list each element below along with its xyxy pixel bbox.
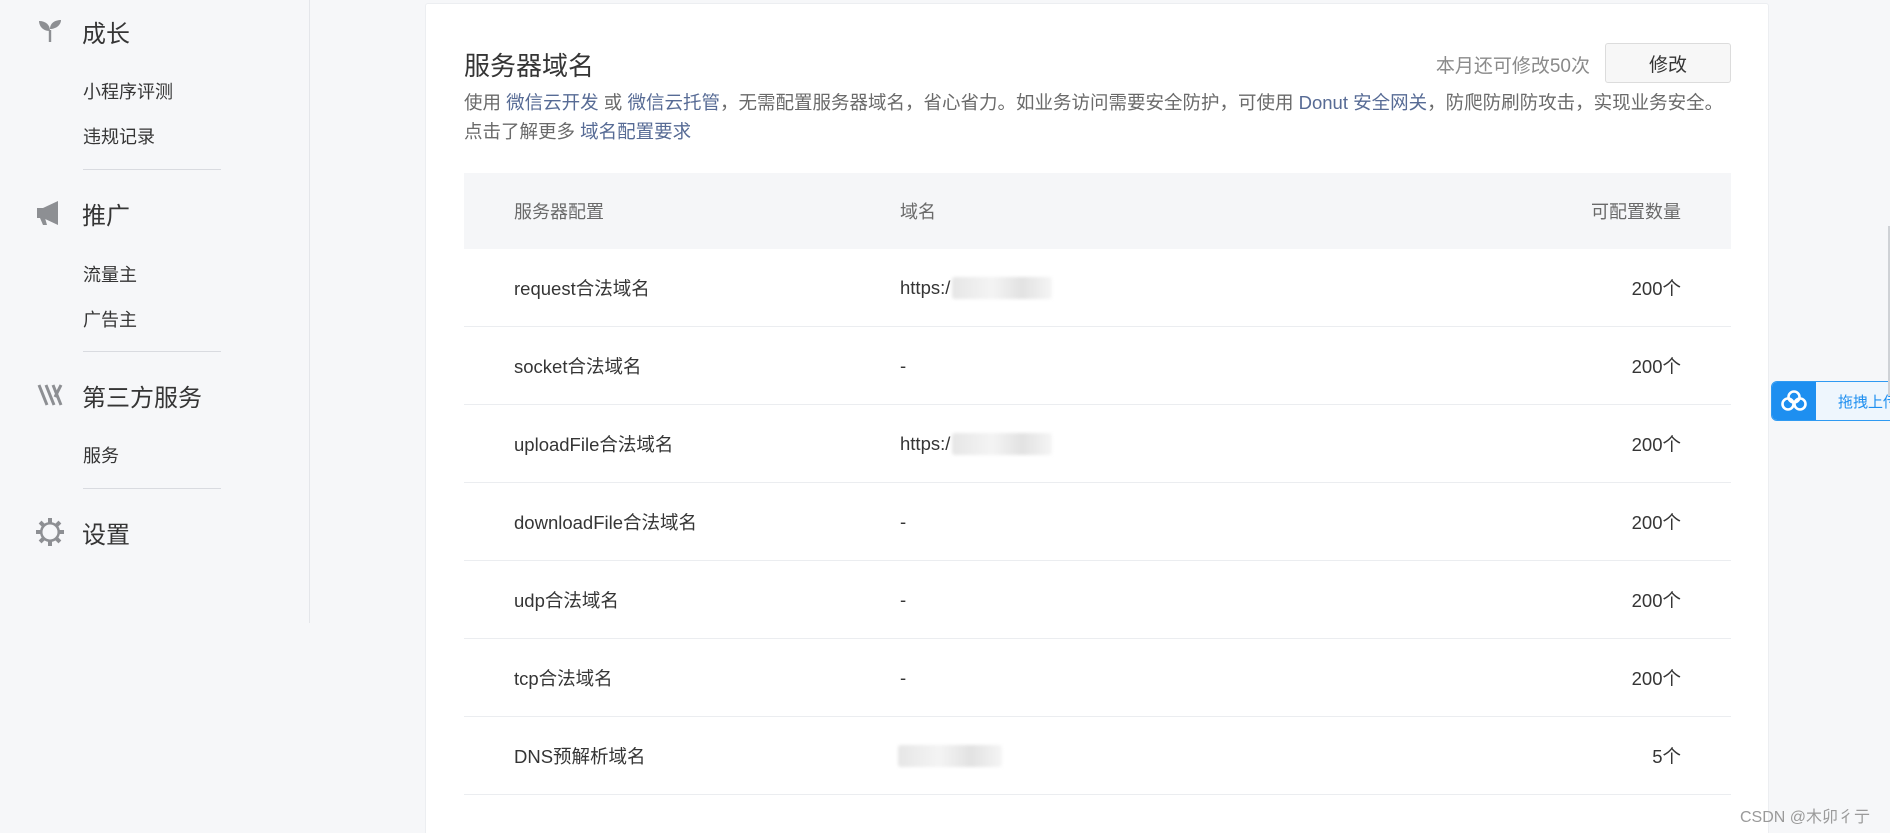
nav-group-title: 成长 — [82, 20, 130, 48]
nav-group-growth[interactable]: 成长 — [36, 11, 130, 51]
quota-remaining-text: 本月还可修改50次 — [1435, 56, 1590, 77]
table-row: socket合法域名 - 200个 — [464, 327, 1731, 405]
table-row: downloadFile合法域名 - 200个 — [464, 483, 1731, 561]
nav-group-title: 设置 — [82, 521, 130, 549]
nav-divider — [83, 488, 221, 489]
sidebar: 成长 小程序评测 违规记录 推广 流量主 广告主 第三方服务 服务 设置 — [0, 0, 310, 623]
table-header: 服务器配置 域名 可配置数量 — [464, 173, 1731, 249]
nav-divider — [83, 351, 221, 352]
sidebar-item-service[interactable]: 服务 — [83, 444, 119, 468]
count-cell: 200个 — [1631, 355, 1681, 377]
header-count: 可配置数量 — [1591, 202, 1681, 222]
redacted-domain — [898, 744, 1002, 767]
domain-cell — [898, 744, 1500, 767]
desc-text: 或 — [598, 92, 628, 113]
gear-icon — [36, 518, 64, 546]
megaphone-icon — [36, 199, 64, 227]
link-cloud-hosting[interactable]: 微信云托管 — [627, 92, 720, 113]
count-cell: 200个 — [1631, 433, 1681, 455]
edit-button[interactable]: 修改 — [1605, 43, 1731, 83]
redacted-domain — [952, 432, 1053, 455]
link-donut-gateway[interactable]: Donut 安全网关 — [1299, 92, 1428, 113]
nav-group-promotion[interactable]: 推广 — [36, 193, 130, 233]
sidebar-item-evaluation[interactable]: 小程序评测 — [83, 80, 173, 104]
sidebar-item-violations[interactable]: 违规记录 — [83, 125, 155, 149]
config-name: udp合法域名 — [514, 589, 619, 611]
table-row: request合法域名 https:/ 200个 — [464, 249, 1731, 327]
count-cell: 200个 — [1631, 667, 1681, 689]
card-title: 服务器域名 — [464, 51, 595, 81]
domain-value: https:/ — [900, 432, 951, 454]
server-domain-card: 服务器域名 本月还可修改50次 修改 使用 微信云开发 或 微信云托管，无需配置… — [425, 3, 1769, 833]
nav-group-title: 第三方服务 — [82, 384, 202, 412]
count-cell: 200个 — [1631, 511, 1681, 533]
header-domain: 域名 — [900, 202, 936, 222]
domain-value: - — [900, 666, 907, 688]
watermark: CSDN @木卯彳亍 — [1739, 809, 1870, 826]
cloud-upload-icon — [1772, 382, 1816, 420]
domain-cell: - — [900, 355, 1500, 377]
config-name: request合法域名 — [514, 277, 650, 299]
link-domain-requirements[interactable]: 域名配置要求 — [580, 121, 691, 142]
table-row: udp合法域名 - 200个 — [464, 561, 1731, 639]
domain-table: 服务器配置 域名 可配置数量 request合法域名 https:/ 200个 … — [464, 173, 1731, 795]
config-name: tcp合法域名 — [514, 667, 613, 689]
sidebar-item-advertiser[interactable]: 广告主 — [83, 308, 137, 332]
domain-value: https:/ — [900, 276, 951, 298]
domain-value: - — [900, 588, 907, 610]
config-name: uploadFile合法域名 — [514, 433, 674, 455]
nav-group-third-party[interactable]: 第三方服务 — [36, 375, 202, 415]
nav-group-title: 推广 — [82, 202, 130, 230]
config-name: socket合法域名 — [514, 355, 642, 377]
count-cell: 5个 — [1652, 745, 1681, 767]
nav-divider — [83, 169, 221, 170]
table-row: DNS预解析域名 5个 — [464, 717, 1731, 795]
header-config: 服务器配置 — [514, 202, 604, 222]
domain-cell: https:/ — [900, 276, 1500, 299]
redacted-domain — [952, 276, 1053, 299]
domain-cell: - — [900, 511, 1500, 533]
third-party-icon — [36, 381, 64, 409]
widget-label: 拖拽上传 — [1838, 393, 1890, 411]
domain-value: - — [900, 354, 907, 376]
sidebar-item-traffic-owner[interactable]: 流量主 — [83, 263, 137, 287]
table-row: tcp合法域名 - 200个 — [464, 639, 1731, 717]
domain-value: - — [900, 510, 907, 532]
domain-cell: https:/ — [900, 432, 1500, 455]
desc-text: 使用 — [464, 92, 507, 113]
domain-cell: - — [900, 589, 1500, 611]
drag-upload-widget[interactable]: 拖拽上传 — [1771, 381, 1890, 421]
config-name: DNS预解析域名 — [514, 745, 646, 767]
sprout-icon — [36, 17, 64, 45]
config-name: downloadFile合法域名 — [514, 511, 698, 533]
count-cell: 200个 — [1631, 589, 1681, 611]
link-cloud-dev[interactable]: 微信云开发 — [506, 92, 599, 113]
description: 使用 微信云开发 或 微信云托管，无需配置服务器域名，省心省力。如业务访问需要安… — [464, 88, 1734, 146]
desc-text: ，无需配置服务器域名，省心省力。如业务访问需要安全防护，可使用 — [719, 92, 1299, 113]
nav-group-settings[interactable]: 设置 — [36, 512, 130, 552]
count-cell: 200个 — [1631, 277, 1681, 299]
table-row: uploadFile合法域名 https:/ 200个 — [464, 405, 1731, 483]
domain-cell: - — [900, 667, 1500, 689]
